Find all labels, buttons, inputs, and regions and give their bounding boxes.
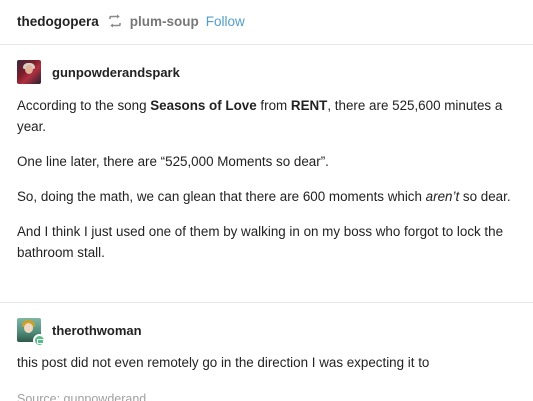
post-paragraph: One line later, there are “525,000 Momen… (17, 154, 329, 169)
source-username[interactable]: plum-soup (130, 14, 199, 29)
reblog-user-row: therothwoman (17, 317, 517, 347)
post-header: thedogopera plum-soup Follow (17, 11, 245, 31)
reblog-icon (108, 14, 121, 28)
post-paragraph: this post did not even remotely go in th… (17, 355, 430, 370)
post-paragraph: And I think I just used one of them by w… (17, 224, 504, 260)
chat-badge-icon (33, 334, 46, 347)
reblog-user-row: gunpowderandspark (17, 59, 517, 85)
post-paragraph: So, doing the math, we can glean that th… (17, 189, 511, 204)
reblog-username[interactable]: therothwoman (52, 323, 142, 338)
post-paragraph: According to the song Seasons of Love fr… (17, 98, 503, 134)
reblog-entry-therothwoman: therothwoman this post did not even remo… (17, 317, 517, 373)
divider (0, 302, 533, 303)
post-source[interactable]: Source: gunpowderand (17, 392, 146, 401)
avatar[interactable] (17, 318, 46, 347)
reblog-username[interactable]: gunpowderandspark (52, 65, 180, 80)
follow-button[interactable]: Follow (206, 14, 245, 29)
reblog-entry-gunpowderandspark: gunpowderandspark According to the song … (17, 59, 517, 263)
avatar[interactable] (17, 60, 41, 84)
poster-username[interactable]: thedogopera (17, 14, 99, 29)
divider (0, 44, 533, 45)
